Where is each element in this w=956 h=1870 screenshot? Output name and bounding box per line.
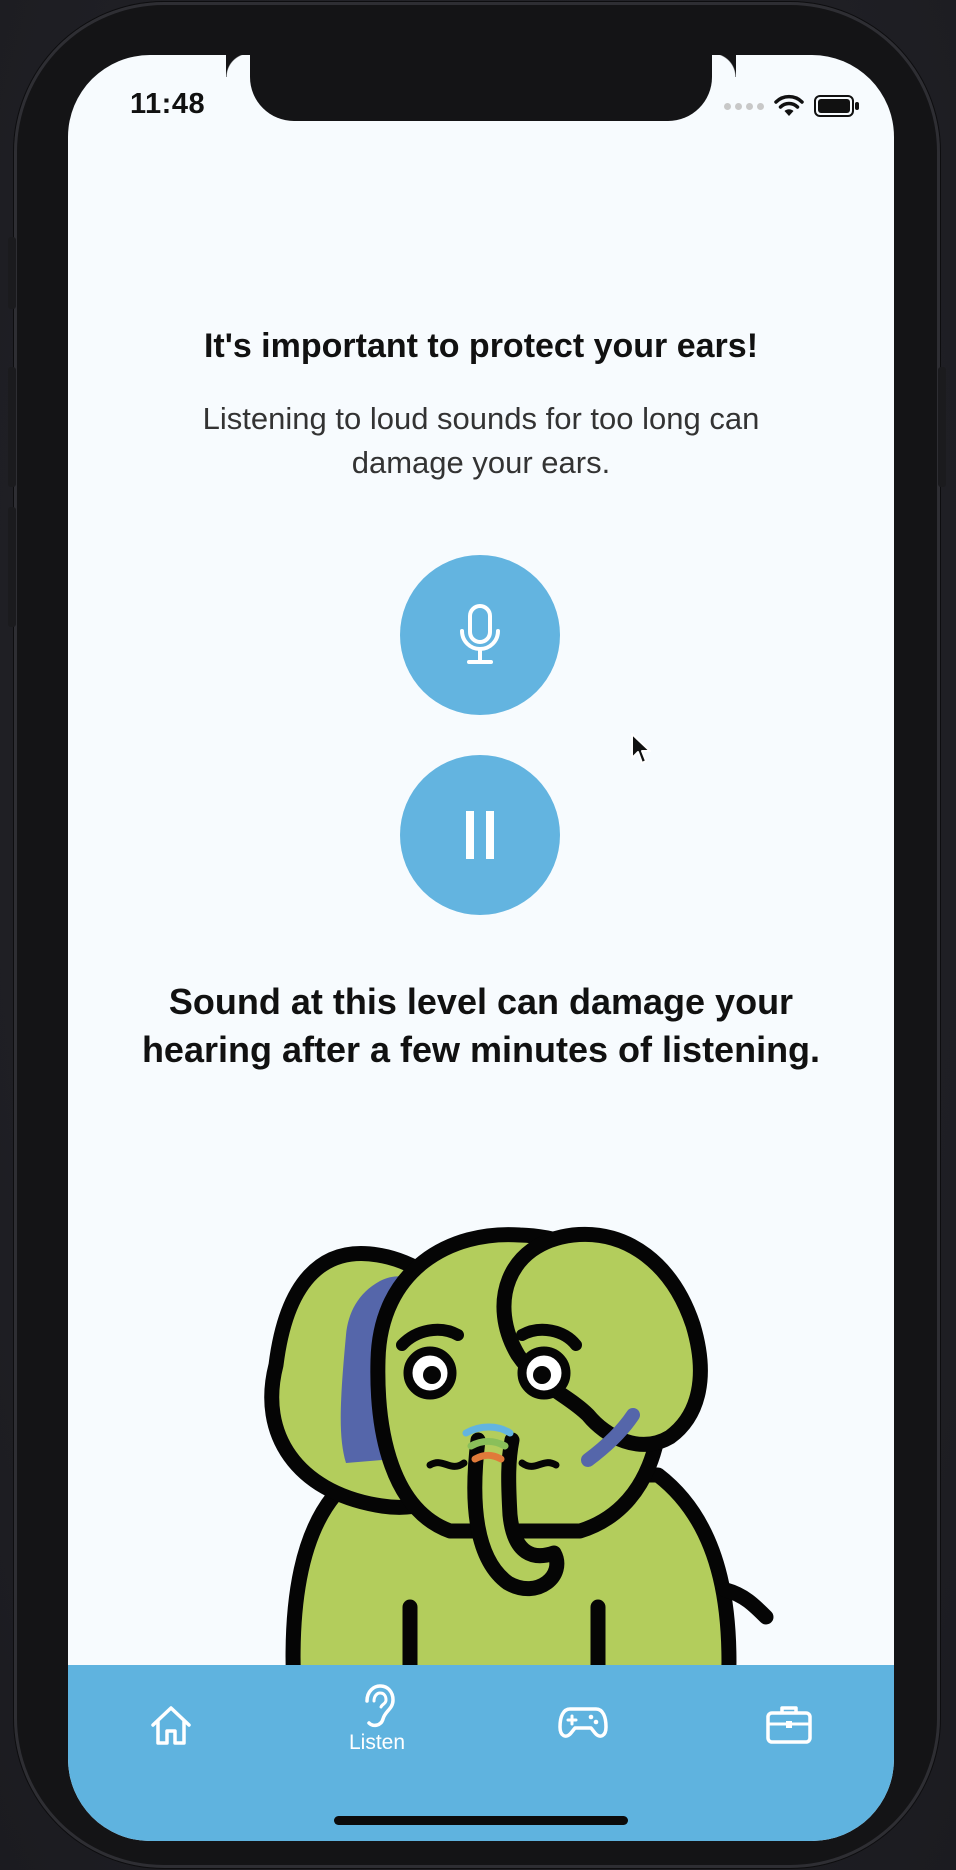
side-button-volume-up <box>8 367 16 487</box>
home-icon <box>151 1706 191 1745</box>
status-time: 11:48 <box>130 88 206 120</box>
tab-listen-label: Listen <box>348 1731 406 1754</box>
pause-icon <box>466 811 494 859</box>
tab-home[interactable] <box>68 1665 274 1795</box>
elephant-mascot-illustration <box>264 1226 774 1721</box>
tab-listen[interactable]: Listen <box>274 1665 480 1795</box>
microphone-button[interactable] <box>400 555 560 715</box>
wifi-icon <box>774 94 804 116</box>
tab-bar: Listen <box>68 1665 894 1841</box>
side-button-mute <box>8 237 16 309</box>
home-indicator[interactable] <box>334 1816 628 1825</box>
tab-games[interactable] <box>480 1665 686 1795</box>
microphone-icon <box>460 604 500 664</box>
protect-ears-heading: It's important to protect your ears! <box>203 327 759 365</box>
briefcase-icon <box>766 1706 812 1744</box>
info-description: Listening to loud sounds for too long ca… <box>202 401 760 480</box>
battery-icon <box>814 95 859 117</box>
phone-screen: 11:48 It's important to protect your ear… <box>68 55 894 1841</box>
gamepad-icon <box>558 1707 608 1738</box>
notch <box>250 55 736 121</box>
side-button-volume-down <box>8 507 16 627</box>
mouse-pointer-icon <box>631 733 651 764</box>
status-icons <box>724 90 860 122</box>
ear-icon <box>365 1684 395 1728</box>
hearing-damage-warning: Sound at this level can damage your hear… <box>141 981 821 1070</box>
pause-button[interactable] <box>400 755 560 915</box>
cellular-signal-icon <box>724 102 764 110</box>
tab-toolkit[interactable] <box>686 1665 892 1795</box>
side-button-power <box>938 367 946 487</box>
